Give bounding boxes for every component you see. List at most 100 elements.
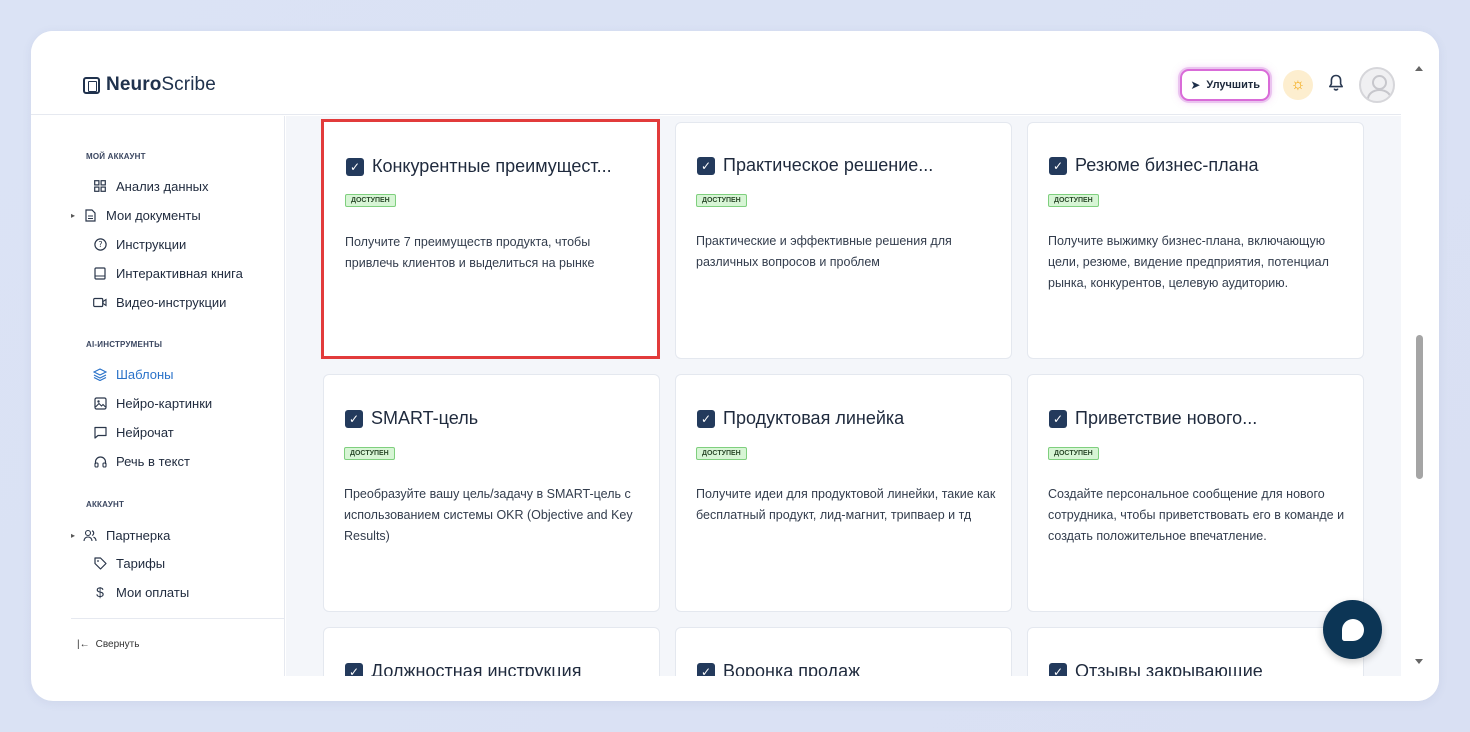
- card-title-text: Отзывы закрывающие: [1075, 661, 1263, 676]
- template-card[interactable]: ✓ Приветствие нового... доступен Создайт…: [1027, 374, 1364, 612]
- section-title-account2: Аккаунт: [86, 500, 125, 509]
- chat-button[interactable]: [1323, 600, 1382, 659]
- sidebar-item-label: Видео-инструкции: [116, 294, 227, 310]
- card-title-text: Должностная инструкция: [371, 661, 582, 676]
- template-card[interactable]: ✓ Практическое решение... доступен Практ…: [675, 122, 1012, 359]
- sidebar-item-chat[interactable]: Нейрочат: [81, 422, 174, 442]
- card-title-text: Продуктовая линейка: [723, 408, 905, 428]
- logo-text: NeuroScribe: [106, 74, 216, 95]
- sidebar-item-label: Инструкции: [116, 236, 187, 252]
- status-badge: доступен: [1048, 447, 1099, 460]
- chat-icon: [1341, 618, 1364, 641]
- status-badge: доступен: [696, 447, 747, 460]
- image-icon: [93, 396, 107, 410]
- card-title: ✓ Должностная инструкция: [345, 661, 581, 676]
- sidebar-item-book[interactable]: Интерактивная книга: [81, 263, 243, 283]
- template-card[interactable]: ✓ Воронка продаж: [675, 627, 1012, 676]
- header-actions: ➤ Улучшить ☼: [1180, 67, 1395, 103]
- template-card[interactable]: ✓ SMART-цель доступен Преобразуйте вашу …: [323, 374, 660, 612]
- sidebar-item-label: Партнерка: [106, 527, 171, 543]
- sidebar-item-documents[interactable]: ▸ Мои документы: [71, 205, 201, 225]
- card-title: ✓ Продуктовая линейка: [697, 408, 904, 429]
- checkbox-icon: ✓: [345, 662, 363, 676]
- card-title-text: SMART-цель: [371, 408, 479, 428]
- template-card[interactable]: ✓ Конкурентные преимущест... доступен По…: [321, 119, 660, 359]
- sidebar-item-tariffs[interactable]: Тарифы: [81, 553, 165, 573]
- card-description: Получите 7 преимуществ продукта, чтобы п…: [345, 235, 595, 270]
- sidebar-item-label: Анализ данных: [116, 178, 209, 194]
- sidebar-item-payments[interactable]: $ Мои оплаты: [81, 582, 189, 602]
- checkbox-icon: ✓: [345, 409, 363, 428]
- section-title-ai: AI-инструменты: [86, 340, 163, 349]
- upgrade-button[interactable]: ➤ Улучшить: [1180, 69, 1270, 101]
- layers-icon: [93, 367, 107, 381]
- card-title: ✓ SMART-цель: [345, 408, 478, 429]
- card-description: Получите идеи для продуктовой линейки, т…: [696, 487, 996, 522]
- checkbox-icon: ✓: [1049, 156, 1067, 175]
- svg-text:?: ?: [98, 240, 102, 249]
- templates-grid: ✓ Конкурентные преимущест... доступен По…: [286, 116, 1401, 676]
- sidebar-item-images[interactable]: Нейро-картинки: [81, 393, 212, 413]
- sun-icon[interactable]: ☼: [1283, 70, 1313, 100]
- status-badge: доступен: [1048, 194, 1099, 207]
- sidebar-item-video[interactable]: Видео-инструкции: [81, 292, 226, 312]
- collapse-label: Свернуть: [95, 639, 140, 650]
- collapse-button[interactable]: |← Свернуть: [77, 639, 139, 650]
- top-header: NeuroScribe ➤ Улучшить ☼: [31, 31, 1401, 115]
- card-title-text: Резюме бизнес-плана: [1075, 155, 1259, 175]
- scroll-down-icon[interactable]: [1415, 659, 1423, 664]
- bell-icon[interactable]: [1327, 74, 1345, 97]
- scroll-up-icon[interactable]: [1415, 66, 1423, 71]
- card-title: ✓ Отзывы закрывающие: [1049, 661, 1263, 676]
- sidebar-item-label: Нейрочат: [116, 424, 174, 440]
- card-description: Получите выжимку бизнес-плана, включающу…: [1048, 234, 1329, 290]
- tag-icon: [93, 556, 107, 570]
- card-description: Преобразуйте вашу цель/задачу в SMART-це…: [344, 487, 633, 543]
- template-card[interactable]: ✓ Продуктовая линейка доступен Получите …: [675, 374, 1012, 612]
- card-title-text: Воронка продаж: [723, 661, 861, 676]
- card-title: ✓ Конкурентные преимущест...: [346, 156, 612, 177]
- status-badge: доступен: [344, 447, 395, 460]
- sidebar-item-label: Речь в текст: [116, 453, 190, 469]
- card-title-text: Практическое решение...: [723, 155, 934, 175]
- sidebar-item-label: Нейро-картинки: [116, 395, 213, 411]
- headphones-icon: [93, 454, 107, 468]
- logo[interactable]: NeuroScribe: [83, 74, 216, 96]
- sidebar-item-label: Тарифы: [116, 555, 166, 571]
- card-title: ✓ Воронка продаж: [697, 661, 860, 676]
- sidebar-item-analytics[interactable]: Анализ данных: [81, 176, 209, 196]
- logo-icon: [83, 76, 100, 94]
- checkbox-icon: ✓: [1049, 662, 1067, 676]
- document-icon: [83, 208, 97, 222]
- sidebar-item-partners[interactable]: ▸ Партнерка: [71, 525, 171, 545]
- sidebar-item-label: Шаблоны: [116, 366, 174, 382]
- checkbox-icon: ✓: [697, 409, 715, 428]
- sidebar-item-speech[interactable]: Речь в текст: [81, 451, 190, 471]
- sidebar-item-templates[interactable]: Шаблоны: [81, 364, 174, 384]
- sidebar: Мой аккаунт Анализ данных ▸ Мои документ…: [31, 116, 285, 676]
- checkbox-icon: ✓: [697, 662, 715, 676]
- dollar-icon: $: [96, 584, 104, 600]
- grid-icon: [93, 179, 107, 193]
- sidebar-item-label: Мои документы: [106, 207, 201, 223]
- checkbox-icon: ✓: [346, 157, 364, 176]
- sidebar-item-instructions[interactable]: ? Инструкции: [81, 234, 186, 254]
- app-window: NeuroScribe ➤ Улучшить ☼ Мой аккаунт Ана…: [31, 31, 1439, 701]
- avatar-icon[interactable]: [1359, 67, 1395, 103]
- template-card[interactable]: ✓ Резюме бизнес-плана доступен Получите …: [1027, 122, 1364, 359]
- upgrade-label: Улучшить: [1206, 79, 1260, 91]
- sidebar-item-label: Мои оплаты: [116, 584, 190, 600]
- collapse-left-icon: |←: [77, 639, 90, 650]
- rocket-icon: ➤: [1190, 78, 1201, 92]
- template-card[interactable]: ✓ Должностная инструкция: [323, 627, 660, 676]
- card-title-text: Приветствие нового...: [1075, 408, 1258, 428]
- checkbox-icon: ✓: [1049, 409, 1067, 428]
- chat-bubble-icon: [93, 425, 107, 439]
- template-card[interactable]: ✓ Отзывы закрывающие: [1027, 627, 1364, 676]
- card-title: ✓ Практическое решение...: [697, 155, 933, 176]
- scrollbar[interactable]: [1401, 31, 1439, 701]
- sidebar-item-label: Интерактивная книга: [116, 265, 243, 281]
- section-title-account: Мой аккаунт: [86, 152, 146, 161]
- users-icon: [83, 528, 97, 542]
- scroll-thumb[interactable]: [1416, 335, 1423, 479]
